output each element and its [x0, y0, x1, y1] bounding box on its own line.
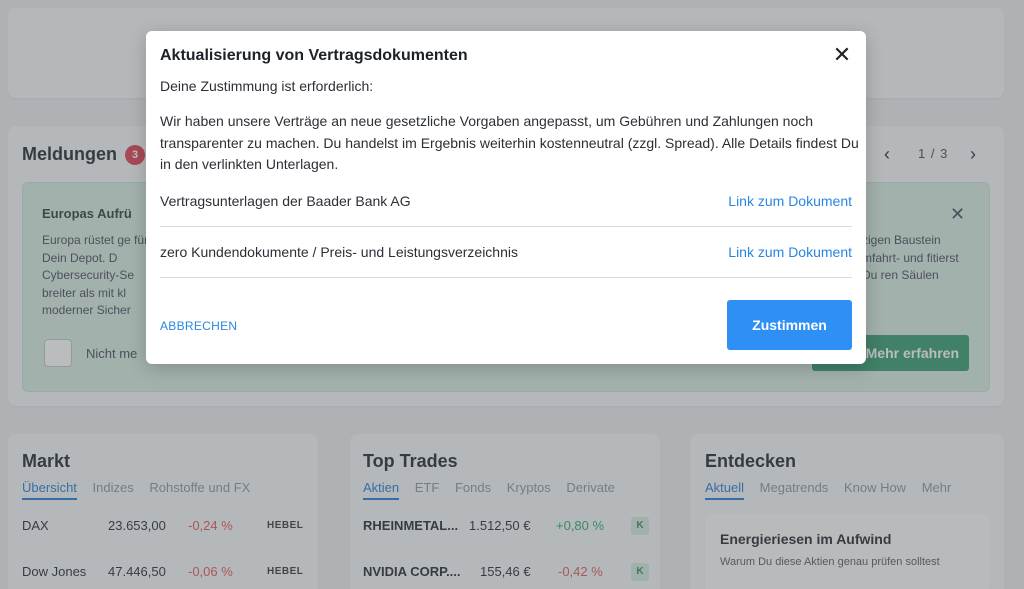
document-row: Vertragsunterlagen der Baader Bank AG Li… — [160, 193, 852, 227]
document-row: zero Kundendokumente / Preis- und Leistu… — [160, 244, 852, 278]
dialog-title: Aktualisierung von Vertragsdokumenten — [160, 47, 468, 64]
dialog-body-text: Wir haben unsere Verträge an neue gesetz… — [160, 113, 859, 172]
dialog-subtitle: Deine Zustimmung ist erforderlich: — [160, 78, 374, 94]
agree-button[interactable]: Zustimmen — [727, 300, 852, 350]
document-link[interactable]: Link zum Dokument — [728, 193, 852, 209]
contract-update-dialog: Aktualisierung von Vertragsdokumenten ✕ … — [146, 31, 866, 364]
close-icon[interactable]: ✕ — [832, 44, 852, 66]
cancel-button[interactable]: ABBRECHEN — [160, 319, 237, 333]
document-label: Vertragsunterlagen der Baader Bank AG — [160, 193, 411, 209]
document-label: zero Kundendokumente / Preis- und Leistu… — [160, 244, 518, 260]
document-link[interactable]: Link zum Dokument — [728, 244, 852, 260]
